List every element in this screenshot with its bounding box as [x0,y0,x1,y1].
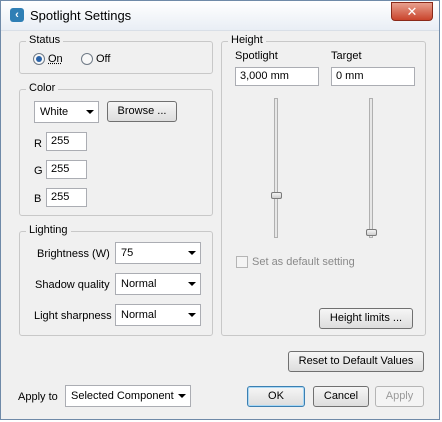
brightness-label: Brightness (W) [37,248,110,260]
target-height-label: Target [331,50,362,62]
light-sharpness-label: Light sharpness [34,310,112,322]
shadow-quality-value: Normal [121,278,157,290]
target-height-input[interactable]: 0 mm [331,67,415,86]
status-legend: Status [26,34,64,46]
chevron-down-icon [188,251,196,255]
apply-to-select[interactable]: Selected Component [65,385,191,407]
title-bar[interactable]: ‹ Spotlight Settings ✕ [1,1,439,31]
apply-to-label: Apply to [18,391,58,403]
status-on-radio[interactable] [33,53,45,65]
spotlight-height-label: Spotlight [235,50,278,62]
status-off-label[interactable]: Off [96,53,110,65]
default-setting-label: Set as default setting [252,256,355,268]
chevron-down-icon [188,282,196,286]
brightness-select[interactable]: 75 [115,242,201,264]
g-input[interactable]: 255 [46,160,87,179]
color-select[interactable]: White [34,101,99,123]
shadow-quality-select[interactable]: Normal [115,273,201,295]
ok-button[interactable]: OK [247,386,305,407]
status-off-radio[interactable] [81,53,93,65]
window-title: Spotlight Settings [30,8,132,23]
cancel-button[interactable]: Cancel [313,386,369,407]
r-label: R [34,138,42,150]
status-on-label[interactable]: On [48,53,63,65]
color-select-value: White [40,106,69,118]
spotlight-height-slider-track[interactable] [274,98,278,238]
target-height-slider-track[interactable] [369,98,373,238]
g-label: G [34,165,43,177]
apply-to-value: Selected Component [71,390,174,402]
chevron-down-icon [178,394,186,398]
height-legend: Height [228,34,266,46]
b-input[interactable]: 255 [46,188,87,207]
apply-button[interactable]: Apply [375,386,424,407]
r-input[interactable]: 255 [46,132,87,151]
spotlight-settings-dialog: ‹ Spotlight Settings ✕ Status On Off Col… [0,0,440,420]
reset-defaults-button[interactable]: Reset to Default Values [288,351,424,372]
color-legend: Color [26,82,59,94]
light-sharpness-select[interactable]: Normal [115,304,201,326]
browse-button[interactable]: Browse ... [107,101,177,122]
light-sharpness-value: Normal [121,309,157,321]
default-setting-checkbox[interactable] [236,256,248,268]
spotlight-height-input[interactable]: 3,000 mm [235,67,319,86]
height-limits-button[interactable]: Height limits ... [319,308,413,329]
target-height-slider-thumb[interactable] [366,229,377,236]
chevron-down-icon [188,313,196,317]
shadow-quality-label: Shadow quality [35,279,110,291]
b-label: B [34,193,42,205]
spotlight-height-slider-thumb[interactable] [271,192,282,199]
brightness-value: 75 [121,247,134,259]
close-button[interactable]: ✕ [391,2,433,21]
chevron-down-icon [86,110,94,114]
spotlight-app-icon: ‹ [10,8,24,22]
lighting-legend: Lighting [26,224,71,236]
